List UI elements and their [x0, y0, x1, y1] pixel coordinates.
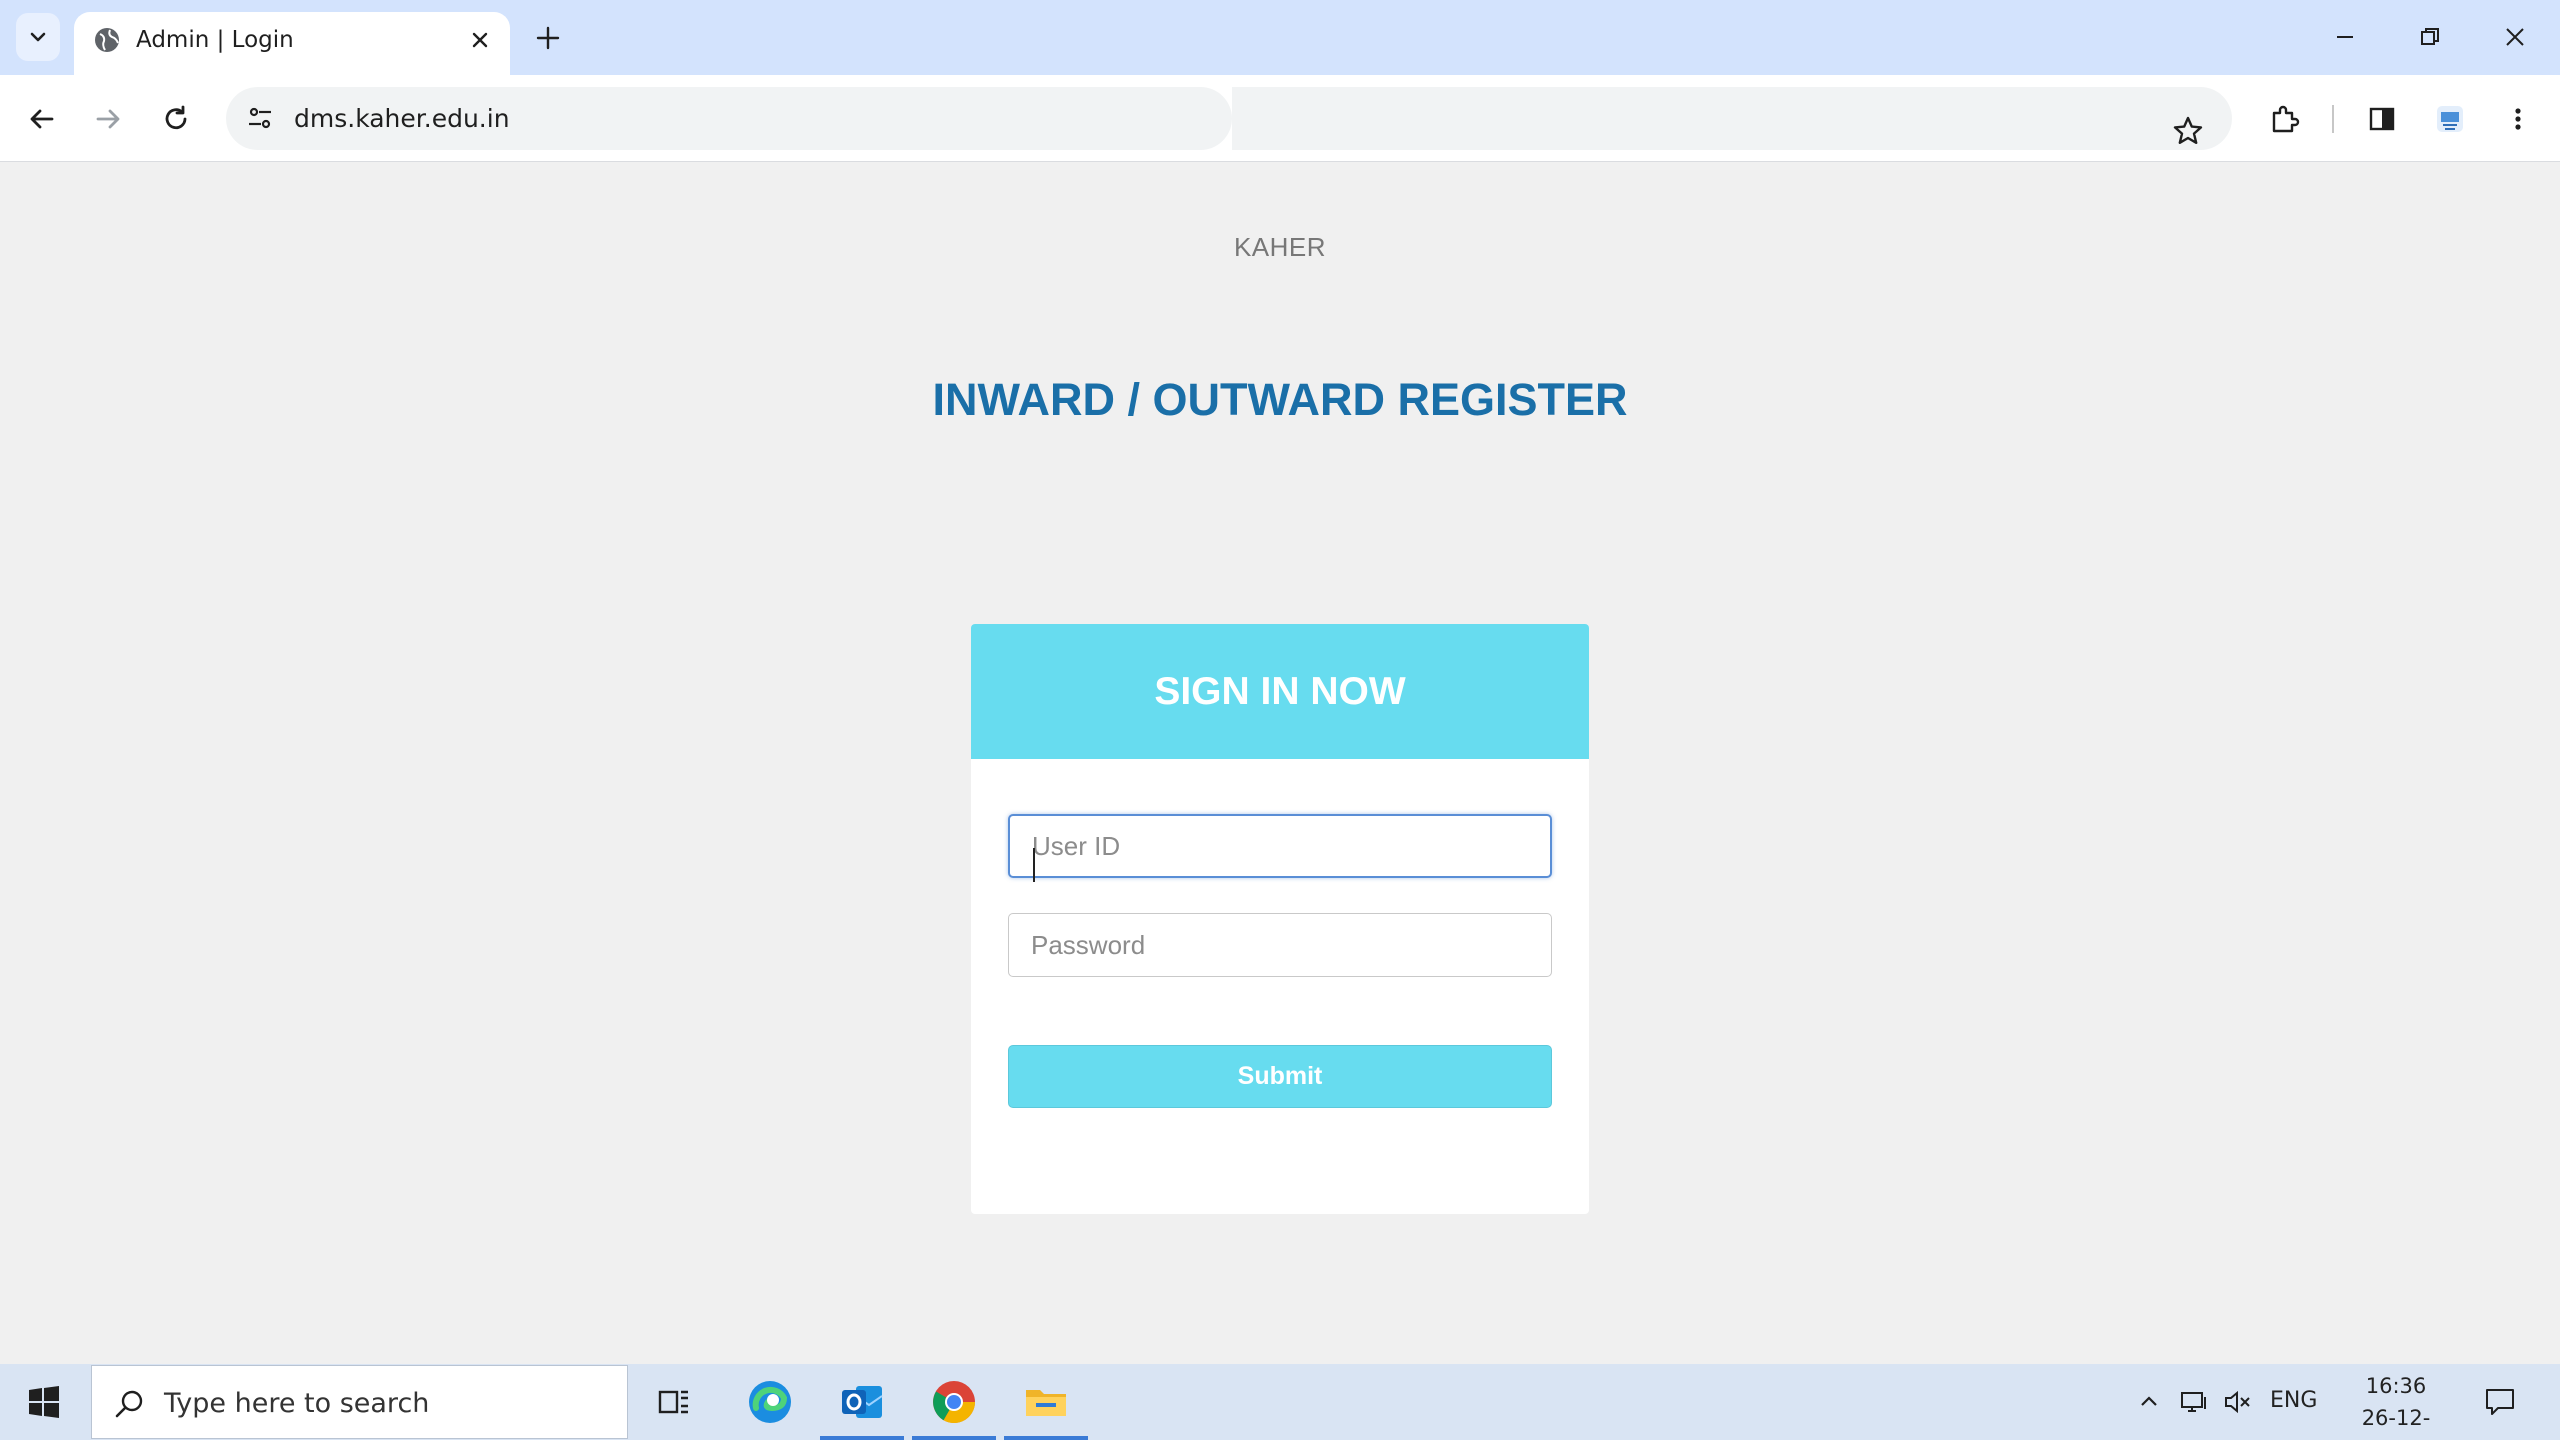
notification-icon: [2486, 1389, 2514, 1415]
extensions-button[interactable]: [2260, 95, 2308, 143]
address-bar-extension[interactable]: [1232, 87, 2232, 150]
page-content: KAHER INWARD / OUTWARD REGISTER SIGN IN …: [0, 162, 2560, 1364]
minimize-icon: [2337, 36, 2353, 38]
side-panel-icon: [2369, 107, 2395, 131]
task-view-button[interactable]: [632, 1364, 716, 1440]
chevron-down-icon: [30, 32, 46, 42]
toolbar-divider: [2332, 105, 2334, 133]
notifications-button[interactable]: [2476, 1382, 2524, 1422]
show-hidden-icons-button[interactable]: [2134, 1382, 2164, 1422]
taskbar-search-placeholder: Type here to search: [164, 1388, 430, 1419]
taskbar-file-explorer[interactable]: [1004, 1364, 1088, 1440]
input-language[interactable]: ENG: [2270, 1388, 2317, 1413]
tab-title: Admin | Login: [136, 27, 294, 53]
folder-icon: [1026, 1390, 1066, 1416]
task-view-icon: [658, 1390, 688, 1414]
minimize-button[interactable]: [2320, 12, 2370, 62]
network-icon: [2181, 1392, 2206, 1412]
close-icon: [2506, 28, 2524, 46]
browser-menu-button[interactable]: [2494, 95, 2542, 143]
side-panel-button[interactable]: [2358, 95, 2406, 143]
windows-logo-icon: [29, 1386, 59, 1418]
taskbar-outlook[interactable]: [820, 1364, 904, 1440]
text-caret: [1033, 848, 1035, 882]
volume-button[interactable]: [2220, 1382, 2256, 1422]
password-input[interactable]: [1008, 913, 1552, 977]
tab-close-icon[interactable]: [464, 24, 496, 56]
site-settings-icon[interactable]: [240, 98, 280, 138]
bookmark-star-icon[interactable]: [2164, 107, 2212, 155]
new-tab-button[interactable]: [528, 18, 568, 58]
taskbar-edge[interactable]: [728, 1364, 812, 1440]
browser-tabstrip: Admin | Login: [0, 0, 2560, 75]
browser-tab-active[interactable]: Admin | Login: [74, 12, 510, 75]
search-icon: [110, 1384, 150, 1424]
puzzle-icon: [2272, 105, 2300, 133]
page-title: INWARD / OUTWARD REGISTER: [932, 374, 1628, 425]
browser-toolbar: dms.kaher.edu.in: [0, 75, 2560, 162]
close-window-button[interactable]: [2490, 12, 2540, 62]
globe-icon: [92, 25, 122, 55]
taskbar-chrome[interactable]: [912, 1364, 996, 1440]
forward-button[interactable]: [84, 95, 132, 143]
arrow-right-icon: [96, 109, 120, 129]
clock-time: 16:36: [2365, 1374, 2427, 1398]
volume-muted-icon: [2225, 1390, 2250, 1414]
outlook-icon: [842, 1386, 883, 1418]
submit-button[interactable]: Submit: [1008, 1045, 1552, 1108]
tab-search-button[interactable]: [16, 13, 60, 61]
reload-icon: [165, 105, 187, 130]
edge-icon: [749, 1381, 791, 1423]
plus-icon: [536, 26, 560, 50]
profile-button[interactable]: [2426, 95, 2474, 143]
profile-avatar-icon: [2437, 106, 2463, 132]
start-button[interactable]: [0, 1364, 88, 1440]
login-card: SIGN IN NOW Submit: [971, 624, 1589, 1214]
address-bar[interactable]: dms.kaher.edu.in: [226, 87, 1232, 150]
url-text: dms.kaher.edu.in: [294, 104, 510, 133]
brand-name: KAHER: [1233, 232, 1327, 262]
chevron-up-icon: [2141, 1396, 2157, 1406]
reload-button[interactable]: [152, 95, 200, 143]
network-button[interactable]: [2176, 1382, 2212, 1422]
back-button[interactable]: [18, 95, 66, 143]
windows-taskbar: Type here to search ENG 16:36 26-12-2023: [0, 1364, 2560, 1440]
taskbar-clock[interactable]: 16:36 26-12-2023: [2336, 1370, 2456, 1440]
user-id-input[interactable]: [1008, 814, 1552, 878]
clock-date: 26-12-2023: [2361, 1406, 2431, 1440]
chrome-icon: [933, 1381, 975, 1424]
restore-icon: [2421, 28, 2439, 45]
login-heading: SIGN IN NOW: [1154, 669, 1406, 713]
login-card-header: SIGN IN NOW: [971, 624, 1589, 759]
arrow-left-icon: [30, 109, 54, 129]
taskbar-search-box[interactable]: Type here to search: [91, 1365, 628, 1439]
restore-button[interactable]: [2405, 12, 2455, 62]
kebab-menu-icon: [2515, 108, 2521, 130]
